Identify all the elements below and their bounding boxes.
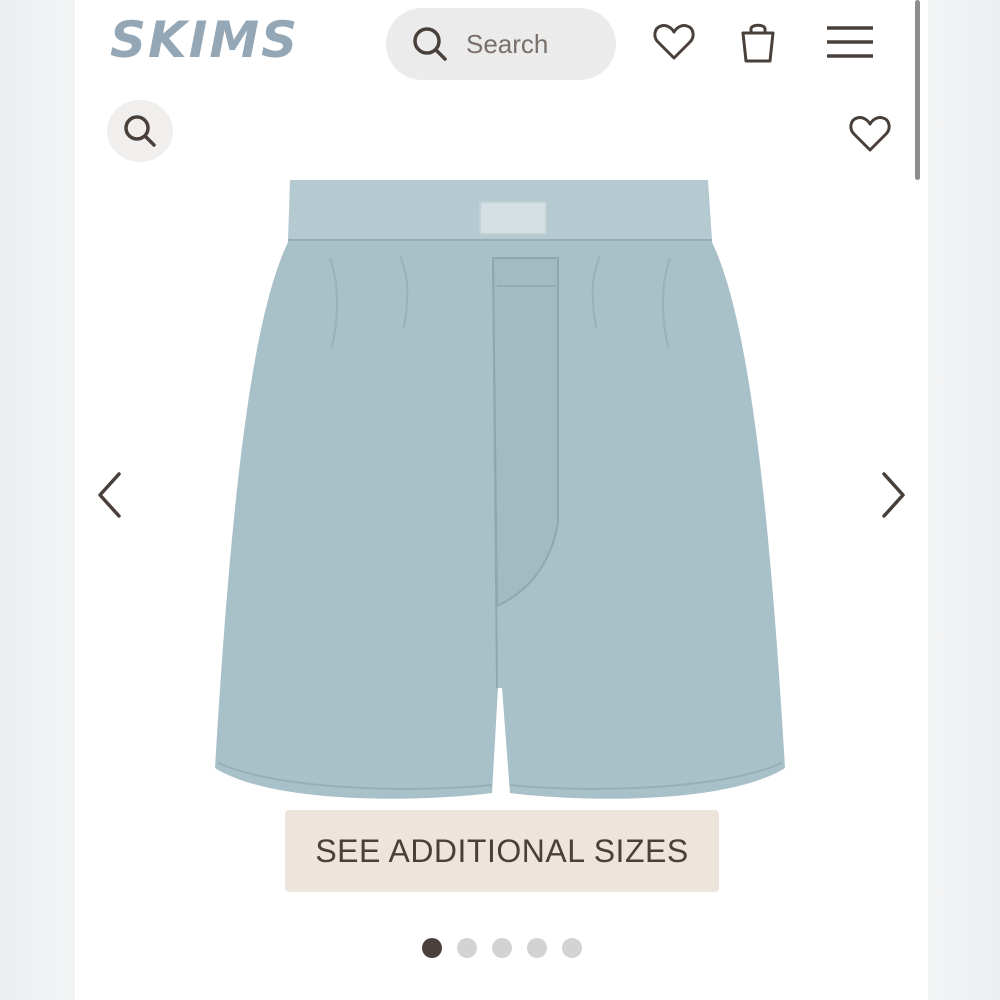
heart-icon[interactable] bbox=[650, 18, 698, 66]
search-label: Search bbox=[466, 28, 549, 59]
pagination-dot-5[interactable] bbox=[562, 938, 582, 958]
chevron-left-icon[interactable] bbox=[95, 470, 125, 520]
shopping-bag-icon[interactable] bbox=[734, 18, 782, 66]
chevron-right-icon[interactable] bbox=[878, 470, 908, 520]
product-image[interactable] bbox=[210, 178, 790, 808]
pagination-dot-2[interactable] bbox=[457, 938, 477, 958]
search-icon bbox=[413, 27, 447, 61]
menu-icon[interactable] bbox=[825, 18, 873, 66]
pagination-dot-1[interactable] bbox=[422, 938, 442, 958]
search-bar[interactable]: Search bbox=[386, 8, 616, 80]
favorite-icon[interactable] bbox=[847, 111, 893, 155]
see-additional-sizes-button[interactable]: SEE ADDITIONAL SIZES bbox=[285, 810, 719, 892]
waistband-label bbox=[479, 201, 547, 235]
skims-logo[interactable]: SKIMS bbox=[110, 10, 326, 70]
zoom-button[interactable] bbox=[107, 100, 173, 162]
shorts-fly bbox=[491, 257, 559, 608]
logo-text: SKIMS bbox=[110, 11, 300, 69]
background-right bbox=[928, 0, 1000, 1000]
background-left bbox=[0, 0, 75, 1000]
gallery-pagination bbox=[422, 938, 582, 958]
pagination-dot-3[interactable] bbox=[492, 938, 512, 958]
pagination-dot-4[interactable] bbox=[527, 938, 547, 958]
zoom-icon bbox=[124, 115, 156, 147]
scrollbar[interactable] bbox=[915, 0, 920, 180]
